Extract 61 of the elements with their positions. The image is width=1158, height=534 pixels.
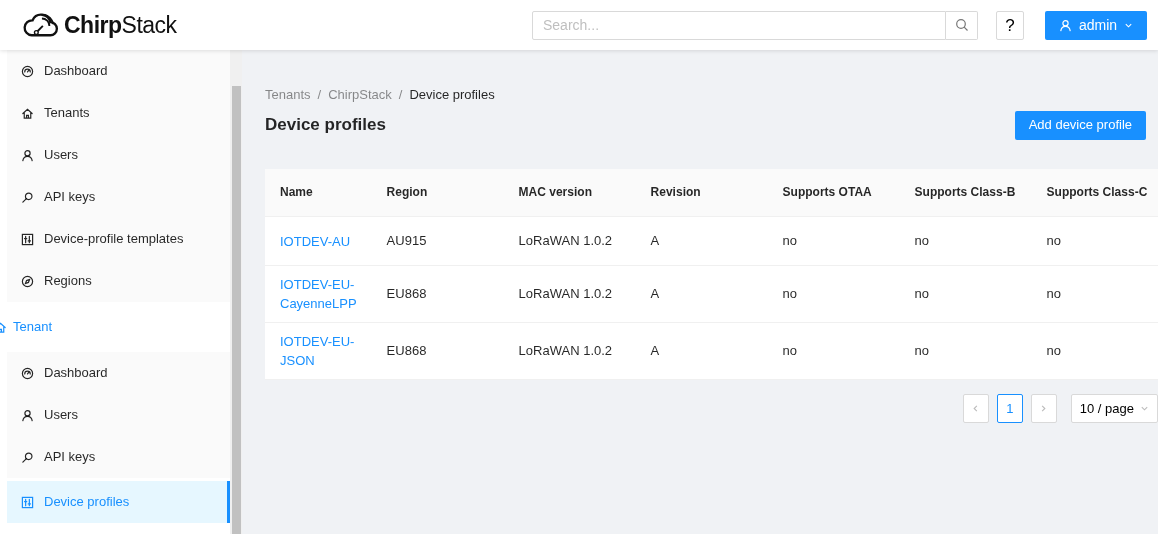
column-header: Supports Class-C [1031,168,1158,217]
table-cell: A [635,216,768,266]
sliders-icon [21,495,34,509]
table-cell: LoRaWAN 1.0.2 [503,216,636,266]
dashboard-icon [21,366,34,380]
page-size-select[interactable]: 10 / page [1070,394,1158,423]
table-cell: no [767,322,900,380]
dashboard-icon [21,64,34,78]
breadcrumb-separator: / [398,86,403,104]
table-cell: no [899,322,1032,380]
table-cell: no [1031,322,1158,380]
help-button[interactable]: ? [996,10,1024,40]
user-icon [21,408,34,422]
user-icon [21,148,34,162]
table-cell: LoRaWAN 1.0.2 [503,265,636,323]
logo-text: ChirpStack [64,10,177,40]
column-header: MAC version [503,168,636,217]
table-cell: no [1031,265,1158,323]
sidebar-item[interactable]: Dashboard [7,352,230,394]
key-icon [21,190,34,204]
user-icon [1059,18,1072,32]
table-cell: no [1031,216,1158,266]
key-icon [21,450,34,464]
column-header: Supports Class-B [899,168,1032,217]
previous-page-button[interactable] [962,394,989,423]
next-page-button[interactable] [1030,394,1057,423]
search-field[interactable]: Search... [532,10,946,40]
scrollbar[interactable] [230,50,242,534]
chevron-down-icon [1140,404,1149,413]
column-header: Region [371,168,504,217]
table-cell: no [899,216,1032,266]
cloud-logo-icon [22,11,60,39]
column-header: Revision [635,168,768,217]
sidebar-item[interactable]: Dashboard [7,50,230,92]
table-cell: LoRaWAN 1.0.2 [503,322,636,380]
sidebar-item[interactable]: Users [7,394,230,436]
table-cell: no [767,265,900,323]
table-cell: A [635,322,768,380]
breadcrumb-current: Device profiles [409,86,495,104]
breadcrumb-separator: / [317,86,322,104]
table-cell: EU868 [371,265,504,323]
search-button[interactable] [946,10,978,40]
table-cell: AU915 [371,216,504,266]
table-cell: no [767,216,900,266]
home-icon [21,106,34,120]
page-title: Device profiles [265,114,386,136]
sidebar-item[interactable]: Regions [7,260,230,302]
sidebar-item[interactable]: API keys [7,176,230,218]
table-cell: no [899,265,1032,323]
table-cell: EU868 [371,322,504,380]
chevron-right-icon [1039,404,1049,413]
column-header: Name [265,168,372,217]
search-icon [954,18,969,32]
sidebar-item[interactable]: API keys [7,436,230,478]
table-cell: A [635,265,768,323]
column-header: Supports OTAA [767,168,900,217]
sidebar-item[interactable]: Device-profile templates [7,218,230,260]
compass-icon [21,274,34,288]
sliders-icon [21,232,34,246]
sidebar-item[interactable]: Tenants [7,92,230,134]
sidebar-item[interactable]: Users [7,134,230,176]
